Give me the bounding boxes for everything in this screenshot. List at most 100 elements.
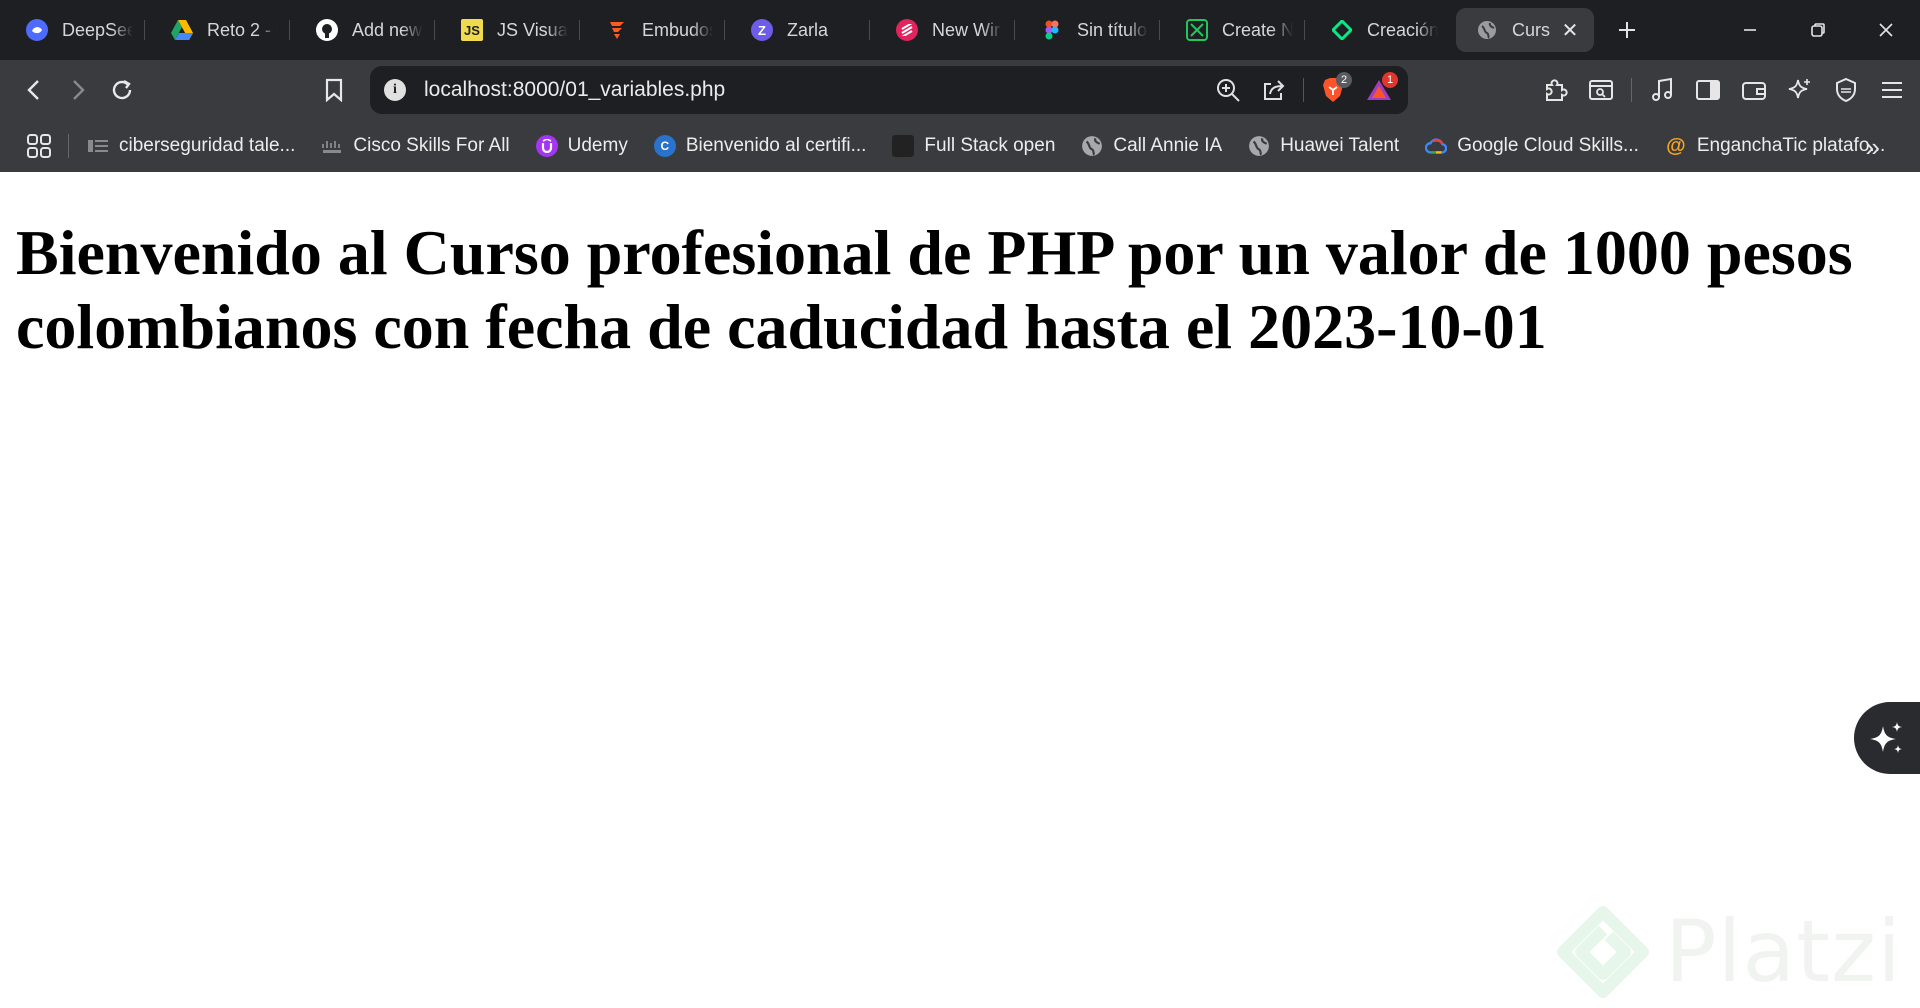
leo-ai-floating-button[interactable] [1854, 702, 1920, 774]
divider [68, 134, 69, 158]
forward-button[interactable] [56, 68, 100, 112]
bookmark-label: Cisco Skills For All [353, 135, 510, 156]
deepseek-icon [26, 19, 48, 41]
server-icon [87, 135, 109, 157]
bookmark-label: ciberseguridad tale... [119, 135, 296, 156]
tab-title: DeepSeek [62, 19, 133, 40]
sparkle-icon [1788, 79, 1810, 99]
url-text[interactable]: localhost:8000/01_variables.php [424, 78, 1209, 102]
tab-create-n[interactable]: Create N [1160, 8, 1305, 52]
leo-ai-button[interactable] [1780, 68, 1820, 112]
tab-title: New Wir [932, 19, 1000, 40]
vpn-button[interactable] [1826, 68, 1866, 112]
tab-figma[interactable]: Sin título [1015, 8, 1160, 52]
apps-button[interactable] [22, 129, 56, 163]
tab-embudos[interactable]: Embudos [580, 8, 725, 52]
bookmark-cisco[interactable]: Cisco Skills For All [321, 135, 510, 157]
share-button[interactable] [1255, 71, 1293, 109]
wallet-button[interactable] [1734, 68, 1774, 112]
chevron-double-right-icon: » [1865, 132, 1880, 162]
tab-new-wireframe[interactable]: New Wir [870, 8, 1015, 52]
bookmark-page-button[interactable] [312, 68, 356, 112]
bookmark-ciberseguridad[interactable]: ciberseguridad tale... [87, 135, 295, 157]
apps-grid-icon [27, 134, 51, 158]
whimsical-icon [896, 19, 918, 41]
tab-title: Creación [1367, 19, 1438, 40]
back-arrow-icon [27, 80, 39, 100]
reload-button[interactable] [100, 68, 144, 112]
platzi-watermark: Platzi [1556, 902, 1902, 1002]
tab-github-add-new[interactable]: Add new [290, 8, 435, 52]
bookmark-udemy[interactable]: Udemy [535, 135, 628, 157]
google-drive-icon [171, 19, 193, 41]
bookmark-google-cloud[interactable]: Google Cloud Skills... [1425, 135, 1639, 157]
tab-reto2[interactable]: Reto 2 - G [145, 8, 290, 52]
share-icon [1264, 80, 1285, 100]
minimize-button[interactable] [1716, 0, 1784, 60]
tab-active-curso[interactable]: Curs ✕ [1456, 8, 1594, 52]
bookmark-label: Google Cloud Skills... [1457, 135, 1639, 156]
bookmark-bienvenido[interactable]: C Bienvenido al certifi... [653, 135, 866, 157]
shield-icon [1836, 77, 1856, 103]
brave-shields-button[interactable]: 2 [1314, 71, 1352, 109]
bookmark-label: EnganchaTic platafo... [1696, 135, 1886, 156]
address-bar-actions: 2 1 [1209, 71, 1398, 109]
divider [1303, 78, 1304, 102]
close-window-button[interactable] [1852, 0, 1920, 60]
back-button[interactable] [12, 68, 56, 112]
more-bookmarks-button[interactable]: » [1866, 132, 1880, 163]
plus-icon [1619, 22, 1635, 38]
site-info-icon[interactable]: i [384, 79, 406, 101]
extensions-button[interactable] [1535, 68, 1575, 112]
tab-title: Create N [1222, 19, 1293, 40]
create-icon [1186, 19, 1208, 41]
platzi-icon [1331, 19, 1353, 41]
bookmark-label: Udemy [567, 135, 628, 156]
tab-title: JS Visuali [497, 19, 568, 40]
tab-js-visualizer[interactable]: JS JS Visuali [435, 8, 580, 52]
tab-creacion-platzi[interactable]: Creación [1305, 8, 1450, 52]
tab-title: Zarla [787, 19, 829, 40]
media-button[interactable] [1642, 68, 1682, 112]
tab-zarla[interactable]: Z Zarla [725, 8, 870, 52]
zarla-icon: Z [751, 19, 773, 41]
new-tab-button[interactable] [1602, 8, 1652, 52]
music-note-icon [1652, 77, 1672, 101]
tab-title: Sin título [1077, 19, 1148, 40]
tab-title: Embudos [642, 19, 713, 40]
hamburger-menu-icon [1882, 82, 1902, 98]
rewards-count-badge: 1 [1382, 72, 1398, 88]
bookmark-enganchatic[interactable]: @ EnganchaTic platafo... [1665, 135, 1885, 157]
window-search-icon [1589, 80, 1613, 100]
zoom-button[interactable] [1209, 71, 1247, 109]
fullstack-icon [892, 135, 915, 157]
reload-icon [112, 79, 132, 100]
toolbar-right [1535, 68, 1912, 112]
js-icon: JS [461, 19, 483, 41]
tab-title: Curs [1512, 19, 1551, 40]
bookmark-huawei-talent[interactable]: Huawei Talent [1248, 135, 1399, 157]
main-menu-button[interactable] [1872, 68, 1912, 112]
tab-title: Reto 2 - G [207, 19, 278, 40]
google-cloud-icon [1425, 135, 1448, 157]
restore-button[interactable] [1784, 0, 1852, 60]
page-search-button[interactable] [1581, 68, 1621, 112]
globe-icon [1476, 19, 1498, 41]
bookmark-full-stack-open[interactable]: Full Stack open [892, 135, 1055, 157]
sidebar-button[interactable] [1688, 68, 1728, 112]
bookmark-icon [325, 78, 343, 102]
cisco-icon [321, 135, 343, 157]
brave-rewards-button[interactable]: 1 [1360, 71, 1398, 109]
watermark-text: Platzi [1664, 902, 1902, 1002]
bookmark-label: Huawei Talent [1280, 135, 1400, 156]
tab-deepseek[interactable]: DeepSeek [0, 8, 145, 52]
bookmark-call-annie[interactable]: Call Annie IA [1081, 135, 1222, 157]
close-icon [1879, 23, 1893, 37]
address-bar[interactable]: i localhost:8000/01_variables.php 2 1 [370, 66, 1408, 114]
udemy-icon [535, 135, 558, 157]
tab-title: Add new [352, 19, 423, 40]
shields-count-badge: 2 [1336, 72, 1352, 88]
at-icon: @ [1666, 134, 1686, 157]
figma-icon [1041, 19, 1063, 41]
close-tab-icon[interactable]: ✕ [1558, 18, 1582, 43]
